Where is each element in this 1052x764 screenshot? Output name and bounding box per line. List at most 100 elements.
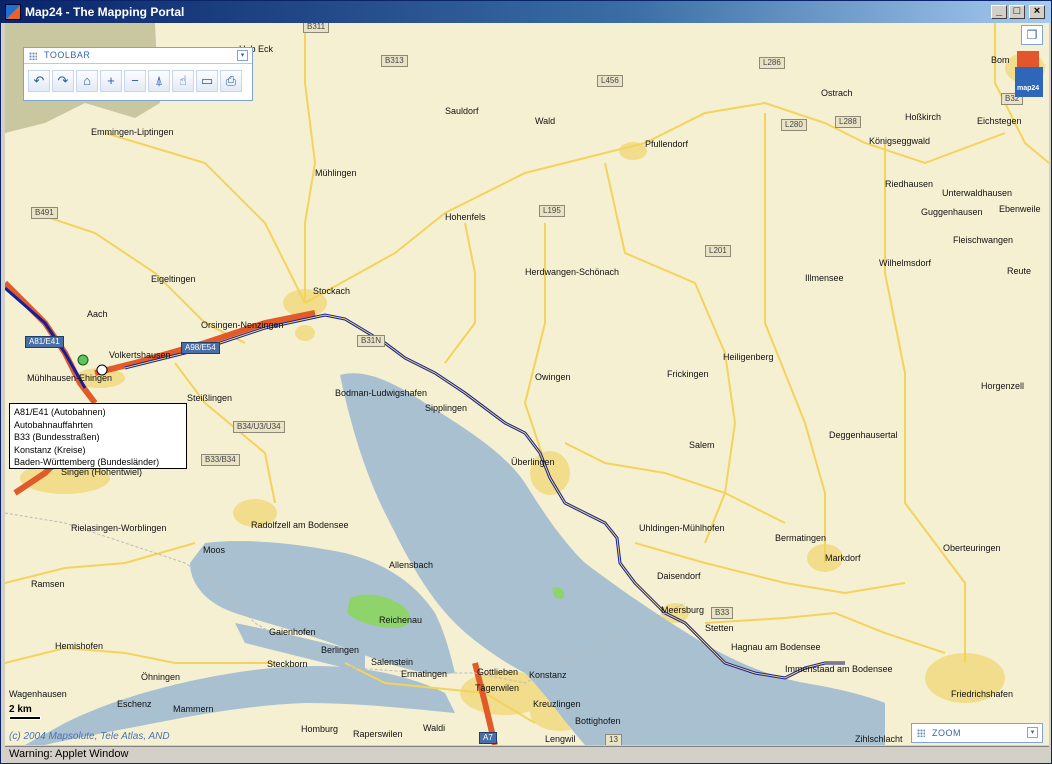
town-label: Bermatingen <box>775 533 827 543</box>
zoom-in-button[interactable]: + <box>100 70 122 92</box>
town-label: Wald <box>535 116 556 126</box>
road-shield: B33 <box>711 607 734 619</box>
town-label: Heiligenberg <box>723 352 774 362</box>
road-shield: B33/B34 <box>201 454 240 466</box>
town-label: Steckborn <box>267 659 308 669</box>
road-shield: B34/U3/U34 <box>233 421 285 433</box>
town-label: Horgenzell <box>981 381 1025 391</box>
minimize-button[interactable]: _ <box>991 5 1007 19</box>
road-shield: L195 <box>539 205 565 217</box>
town-label: Unterwaldhausen <box>942 188 1013 198</box>
town-label: Ramsen <box>31 579 65 589</box>
toolbar-header[interactable]: TOOLBAR ▾ <box>24 48 252 64</box>
town-label: Mammern <box>173 704 214 714</box>
town-label: Mühlingen <box>315 168 357 178</box>
road-shield: L280 <box>781 119 807 131</box>
road-shield: 13 <box>605 734 622 745</box>
road-shield: B31N <box>357 335 386 347</box>
zoom-expand-button[interactable]: ▾ <box>1027 727 1038 738</box>
town-label: Bodman-Ludwigshafen <box>335 388 428 398</box>
town-label: Gaienhofen <box>269 627 316 637</box>
town-label: Ebenweile <box>999 204 1041 214</box>
drag-grip-icon[interactable] <box>29 52 37 60</box>
scale-indicator: 2 km <box>9 704 41 720</box>
town-label: Wilhelmsdorf <box>879 258 932 268</box>
town-label: Riedhausen <box>885 179 934 189</box>
print-button[interactable]: ⎙ <box>220 70 242 92</box>
town-label: Salenstein <box>371 657 414 667</box>
pan-button[interactable]: ☝ <box>172 70 194 92</box>
town-label: Aach <box>87 309 108 319</box>
logo-square-blue <box>1015 67 1043 97</box>
town-label: Konstanz <box>529 670 567 680</box>
town-label: Immenstaad am Bodensee <box>785 664 893 674</box>
town-label: Waldi <box>423 723 446 733</box>
toolbar-panel[interactable]: TOOLBAR ▾ ↶ ↷ ⌂ + − ⍋ ☝ ▭ ⎙ <box>23 47 253 101</box>
town-label: Owingen <box>535 372 571 382</box>
popup-line: Baden-Württemberg (Bundesländer) <box>14 457 160 468</box>
town-label: Uhldingen-Mühlhofen <box>639 523 725 533</box>
town-label: Stockach <box>313 286 351 296</box>
motorway-shield: A81/E41 <box>25 336 64 348</box>
motorway-shield: A98/E54 <box>181 342 220 354</box>
town-label: Salem <box>689 440 715 450</box>
status-bar: Warning: Applet Window <box>5 746 1049 762</box>
map24-app-icon <box>5 4 21 20</box>
town-label: Friedrichshafen <box>951 689 1014 699</box>
status-text: Warning: Applet Window <box>9 748 129 760</box>
popup-line: A81/E41 (Autobahnen) <box>14 407 106 417</box>
town-label: Eschenz <box>117 699 152 709</box>
town-label: Sauldorf <box>445 106 479 116</box>
back-button[interactable]: ↶ <box>28 70 50 92</box>
window-title: Map24 - The Mapping Portal <box>25 5 185 19</box>
zoom-out-button[interactable]: − <box>124 70 146 92</box>
toolbar-collapse-button[interactable]: ▾ <box>237 50 248 61</box>
drag-grip-icon[interactable] <box>917 729 925 737</box>
town-label: Allensbach <box>389 560 434 570</box>
road-shield: L456 <box>597 75 623 87</box>
town-label: Überlingen <box>511 457 555 467</box>
title-bar[interactable]: Map24 - The Mapping Portal _ □ × <box>1 1 1051 23</box>
road-shield: B491 <box>31 207 58 219</box>
scale-label: 2 km <box>9 704 32 715</box>
road-shield: B311 <box>303 23 330 33</box>
town-label: Hagnau am Bodensee <box>731 642 821 652</box>
town-label: Herdwangen-Schönach <box>525 267 620 277</box>
map-canvas[interactable]: Emmingen-Liptingen Sauldorf Wald Pfullen… <box>5 23 1049 745</box>
town-label: Fleischwangen <box>953 235 1014 245</box>
town-label: Lengwil <box>545 734 576 744</box>
town-label: Hemishofen <box>55 641 104 651</box>
town-label: Raperswilen <box>353 729 403 739</box>
town-label: Volkertshausen <box>109 350 171 360</box>
town-label: Bottighofen <box>575 716 621 726</box>
location-button[interactable]: ⍋ <box>148 70 170 92</box>
map24-logo: map24 <box>1015 51 1043 99</box>
town-label: Rielasingen-Worblingen <box>71 523 167 533</box>
zoom-panel[interactable]: ZOOM ▾ <box>911 723 1043 743</box>
feature-info-popup: A81/E41 (Autobahnen) Autobahnauffahrten … <box>9 403 187 469</box>
measure-button[interactable]: ▭ <box>196 70 218 92</box>
town-label: Zihlschlacht <box>855 734 903 744</box>
forward-button[interactable]: ↷ <box>52 70 74 92</box>
town-label: Hoßkirch <box>905 112 942 122</box>
town-label: Oberteuringen <box>943 543 1001 553</box>
logo-text: map24 <box>1017 85 1040 92</box>
view-switch-button[interactable]: ❐ <box>1021 25 1043 45</box>
town-label: Orsingen-Nenzingen <box>201 320 284 330</box>
town-label: Steißlingen <box>187 393 233 403</box>
town-label: Emmingen-Liptingen <box>91 127 174 137</box>
town-label: Eigeltingen <box>151 274 196 284</box>
town-label: Ermatingen <box>401 669 448 679</box>
town-label: Daisendorf <box>657 571 701 581</box>
close-button[interactable]: × <box>1029 5 1045 19</box>
town-label: Sipplingen <box>425 403 468 413</box>
town-label: Eichstegen <box>977 116 1022 126</box>
town-label: Mühlhausen-Ehingen <box>27 373 113 383</box>
maximize-button[interactable]: □ <box>1009 5 1025 19</box>
start-marker <box>77 354 89 366</box>
town-label: Tägerwilen <box>475 683 520 693</box>
town-label: Moos <box>203 545 226 555</box>
home-button[interactable]: ⌂ <box>76 70 98 92</box>
town-label: Gottlieben <box>477 667 519 677</box>
town-label: Königseggwald <box>869 136 931 146</box>
